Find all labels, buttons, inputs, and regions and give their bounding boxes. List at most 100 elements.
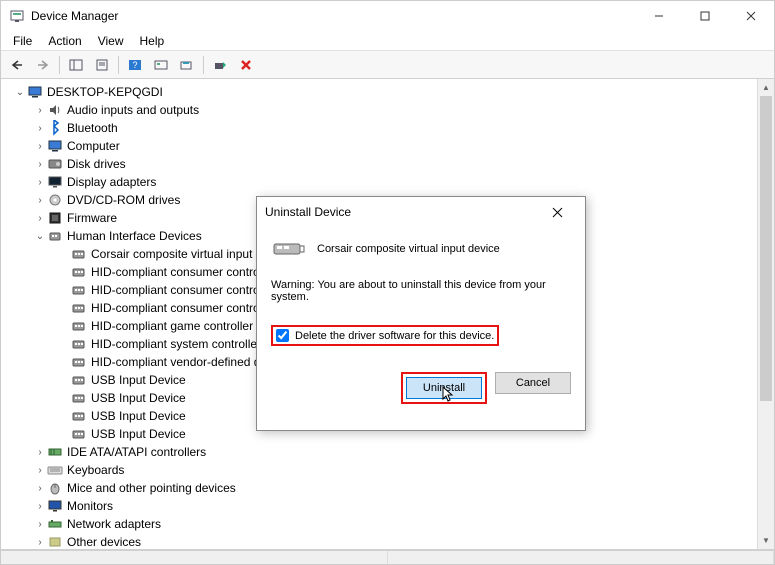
node-label: DVD/CD-ROM drives <box>67 193 180 207</box>
hid-device-icon <box>71 426 87 442</box>
cancel-button-label: Cancel <box>516 377 550 389</box>
tree-category[interactable]: › Mice and other pointing devices <box>1 479 757 497</box>
network-icon <box>47 516 63 532</box>
cancel-button[interactable]: Cancel <box>495 372 571 394</box>
tree-category[interactable]: › Audio inputs and outputs <box>1 101 757 119</box>
hid-device-icon <box>71 354 87 370</box>
minimize-button[interactable] <box>636 1 682 31</box>
tree-category[interactable]: › IDE ATA/ATAPI controllers <box>1 443 757 461</box>
computer-icon <box>27 84 43 100</box>
uninstall-dialog: Uninstall Device Corsair composite virtu… <box>256 196 586 431</box>
toolbar: ? <box>1 51 774 79</box>
hid-device-icon <box>71 372 87 388</box>
expander-icon[interactable]: › <box>33 141 47 152</box>
hid-icon <box>47 228 63 244</box>
ide-icon <box>47 444 63 460</box>
uninstall-device-button[interactable] <box>234 54 258 76</box>
expander-icon[interactable]: › <box>33 447 47 458</box>
scan-hardware-button[interactable] <box>149 54 173 76</box>
menu-file[interactable]: File <box>5 32 40 50</box>
dialog-title: Uninstall Device <box>265 205 351 219</box>
expander-icon[interactable]: › <box>33 105 47 116</box>
expander-icon[interactable]: › <box>33 537 47 548</box>
other-icon <box>47 534 63 549</box>
node-label: IDE ATA/ATAPI controllers <box>67 445 206 459</box>
help-button[interactable]: ? <box>123 54 147 76</box>
hid-device-icon <box>71 318 87 334</box>
node-label: Firmware <box>67 211 117 225</box>
show-hide-console-tree-button[interactable] <box>64 54 88 76</box>
keyboard-icon <box>47 462 63 478</box>
menubar: File Action View Help <box>1 31 774 51</box>
node-label: HID-compliant game controller <box>91 319 253 333</box>
expander-icon[interactable]: ⌄ <box>13 87 27 98</box>
computer-icon <box>47 138 63 154</box>
expander-icon[interactable]: › <box>33 159 47 170</box>
scroll-thumb[interactable] <box>760 96 772 401</box>
node-label: Other devices <box>67 535 141 549</box>
delete-driver-checkbox[interactable] <box>276 329 289 342</box>
svg-text:?: ? <box>132 60 137 70</box>
dvd-icon <box>47 192 63 208</box>
expander-icon[interactable]: › <box>33 123 47 134</box>
expander-icon[interactable]: › <box>33 483 47 494</box>
scroll-track[interactable] <box>758 96 774 532</box>
audio-icon <box>47 102 63 118</box>
dialog-titlebar: Uninstall Device <box>257 197 585 227</box>
close-button[interactable] <box>728 1 774 31</box>
tree-category[interactable]: › Network adapters <box>1 515 757 533</box>
statusbar <box>1 550 774 564</box>
tree-category[interactable]: ›Bluetooth <box>1 119 757 137</box>
enable-device-button[interactable] <box>208 54 232 76</box>
expander-icon[interactable]: › <box>33 213 47 224</box>
monitor-icon <box>47 498 63 514</box>
node-label: Human Interface Devices <box>67 229 202 243</box>
dialog-warning-text: Warning: You are about to uninstall this… <box>271 279 571 303</box>
node-label: Computer <box>67 139 120 153</box>
hid-device-icon <box>71 282 87 298</box>
hid-device-icon <box>71 336 87 352</box>
expander-icon[interactable]: › <box>33 465 47 476</box>
node-label: Monitors <box>67 499 113 513</box>
expander-icon[interactable]: ⌄ <box>33 231 47 242</box>
scroll-down-arrow[interactable]: ▼ <box>758 532 774 549</box>
uninstall-highlight: Uninstall <box>401 372 487 404</box>
dialog-body: Corsair composite virtual input device W… <box>257 227 585 346</box>
tree-category[interactable]: ›Display adapters <box>1 173 757 191</box>
tree-category[interactable]: › Monitors <box>1 497 757 515</box>
node-label: Mice and other pointing devices <box>67 481 236 495</box>
dialog-device-name: Corsair composite virtual input device <box>317 243 500 255</box>
node-label: Network adapters <box>67 517 161 531</box>
update-driver-button[interactable] <box>175 54 199 76</box>
expander-icon[interactable]: › <box>33 177 47 188</box>
device-icon <box>271 235 307 263</box>
dialog-buttons: Uninstall Cancel <box>257 372 585 416</box>
expander-icon[interactable]: › <box>33 501 47 512</box>
menu-help[interactable]: Help <box>132 32 173 50</box>
menu-action[interactable]: Action <box>40 32 89 50</box>
node-label: Audio inputs and outputs <box>67 103 199 117</box>
scroll-up-arrow[interactable]: ▲ <box>758 79 774 96</box>
window-controls <box>636 1 774 31</box>
delete-driver-checkbox-row[interactable]: Delete the driver software for this devi… <box>271 325 499 346</box>
tree-root[interactable]: ⌄ DESKTOP-KEPQGDI <box>1 83 757 101</box>
menu-view[interactable]: View <box>90 32 132 50</box>
expander-icon[interactable]: › <box>33 195 47 206</box>
tree-category[interactable]: › Computer <box>1 137 757 155</box>
hid-device-icon <box>71 390 87 406</box>
dialog-close-button[interactable] <box>537 197 577 227</box>
toolbar-separator <box>203 56 204 74</box>
tree-category[interactable]: › Other devices <box>1 533 757 549</box>
forward-button[interactable] <box>31 54 55 76</box>
node-label: USB Input Device <box>91 427 186 441</box>
expander-icon[interactable]: › <box>33 519 47 530</box>
tree-category[interactable]: ›Disk drives <box>1 155 757 173</box>
back-button[interactable] <box>5 54 29 76</box>
delete-driver-checkbox-label: Delete the driver software for this devi… <box>295 330 494 342</box>
maximize-button[interactable] <box>682 1 728 31</box>
vertical-scrollbar[interactable]: ▲ ▼ <box>757 79 774 549</box>
properties-button[interactable] <box>90 54 114 76</box>
uninstall-button[interactable]: Uninstall <box>406 377 482 399</box>
tree-category[interactable]: ›Keyboards <box>1 461 757 479</box>
node-label: DESKTOP-KEPQGDI <box>47 85 163 99</box>
